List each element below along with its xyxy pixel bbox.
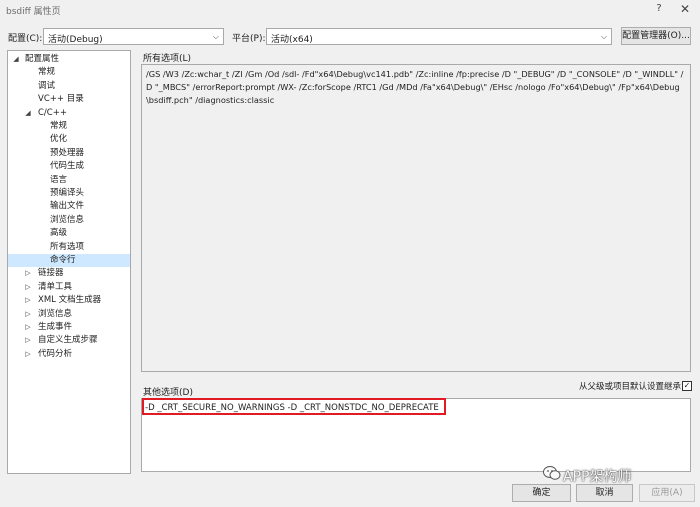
all-options-title: 所有选项(L) xyxy=(143,54,192,64)
collapse-arrow-icon[interactable]: ◢ xyxy=(24,107,32,120)
chevron-down-icon: ⌵ xyxy=(600,32,607,41)
tree-item[interactable]: ◢ 配置属性 xyxy=(8,53,130,66)
help-button[interactable]: ? xyxy=(652,3,666,17)
wechat-icon xyxy=(543,466,561,480)
tree-item-label: 常规 xyxy=(38,67,56,78)
tree-item-label: 代码生成 xyxy=(50,161,85,172)
tree-item-label: 浏览信息 xyxy=(50,214,85,225)
tree-item-label: 常规 xyxy=(50,121,68,131)
tree-item-label: 清单工具 xyxy=(38,281,73,292)
tree-item[interactable]: ▷ 浏览信息 xyxy=(8,308,130,321)
ok-button[interactable]: 确定 xyxy=(512,484,571,502)
tree-item[interactable]: 语言 xyxy=(8,174,130,187)
chevron-down-icon: ⌵ xyxy=(212,32,219,41)
expand-arrow-icon[interactable]: ▷ xyxy=(24,294,32,307)
tree-item[interactable]: VC++ 目录 xyxy=(8,93,130,106)
cancel-button[interactable]: 取消 xyxy=(576,484,633,502)
tree-item[interactable]: 预处理器 xyxy=(8,147,130,160)
tree-item[interactable]: ▷ 自定义生成步骤 xyxy=(8,334,130,347)
collapse-arrow-icon[interactable]: ◢ xyxy=(12,53,20,66)
tree-item-label: 代码分析 xyxy=(38,348,73,359)
tree-item-label: 预编译头 xyxy=(50,188,85,198)
tree-item[interactable]: ◢ C/C++ xyxy=(8,107,130,120)
tree-item-label: 配置属性 xyxy=(25,54,60,64)
tree-item[interactable]: ▷ 清单工具 xyxy=(8,281,130,294)
tree-item[interactable]: ▷ 链接器 xyxy=(8,267,130,280)
tree-item[interactable]: 高级 xyxy=(8,227,130,240)
tree-item[interactable]: 输出文件 xyxy=(8,200,130,213)
tree-item-label: 输出文件 xyxy=(50,201,85,212)
tree-item-label: 生成事件 xyxy=(38,322,73,332)
expand-arrow-icon[interactable]: ▷ xyxy=(24,334,32,347)
tree-item[interactable]: 常规 xyxy=(8,66,130,79)
config-manager-button[interactable]: 配置管理器(O)... xyxy=(621,27,691,45)
tree-item[interactable]: 预编译头 xyxy=(8,187,130,200)
all-options-textbox[interactable]: /GS /W3 /Zc:wchar_t /ZI /Gm /Od /sdl- /F… xyxy=(141,64,691,372)
platform-select[interactable]: 活动(x64) ⌵ xyxy=(266,28,612,45)
tree-item-label: 语言 xyxy=(50,174,68,185)
tree-item[interactable]: ▷ XML 文档生成器 xyxy=(8,294,130,307)
highlight-box xyxy=(142,398,446,415)
tree-item-label: 链接器 xyxy=(38,268,64,279)
tree-item-label: 调试 xyxy=(38,80,56,91)
config-label: 配置(C): xyxy=(8,34,43,44)
expand-arrow-icon[interactable]: ▷ xyxy=(24,348,32,361)
tree-item[interactable]: 所有选项 xyxy=(8,241,130,254)
tree-item-label: 自定义生成步骤 xyxy=(38,335,98,346)
tree-item-label: 高级 xyxy=(50,228,68,239)
tree-item-label: 命令行 xyxy=(50,255,76,265)
tree-item[interactable]: 代码生成 xyxy=(8,160,130,173)
tree-item[interactable]: 调试 xyxy=(8,80,130,93)
window-title: bsdiff 属性页 xyxy=(6,7,61,17)
expand-arrow-icon[interactable]: ▷ xyxy=(24,308,32,321)
tree-item-label: 预处理器 xyxy=(50,147,85,158)
tree-item-label: VC++ 目录 xyxy=(38,94,84,105)
apply-button[interactable]: 应用(A) xyxy=(639,484,695,502)
tree-item-label: 所有选项 xyxy=(50,241,85,252)
tree-item[interactable]: 命令行 xyxy=(8,254,130,267)
tree-item-label: XML 文档生成器 xyxy=(38,295,102,306)
platform-label: 平台(P): xyxy=(232,34,266,44)
platform-value: 活动(x64) xyxy=(271,35,313,45)
inherit-label: 从父级或项目默认设置继承 xyxy=(579,382,682,392)
title-bar xyxy=(0,0,700,20)
tree-item[interactable]: ▷ 生成事件 xyxy=(8,321,130,334)
other-options-title: 其他选项(D) xyxy=(143,388,193,398)
tree-item-label: C/C++ xyxy=(38,107,67,118)
config-select[interactable]: 活动(Debug) ⌵ xyxy=(43,28,224,45)
inherit-checkbox[interactable]: ✓ xyxy=(682,381,692,391)
expand-arrow-icon[interactable]: ▷ xyxy=(24,281,32,294)
config-value: 活动(Debug) xyxy=(48,35,103,45)
expand-arrow-icon[interactable]: ▷ xyxy=(24,321,32,334)
expand-arrow-icon[interactable]: ▷ xyxy=(24,267,32,280)
tree-item-label: 优化 xyxy=(50,134,68,145)
property-tree[interactable]: ◢ 配置属性 常规 调试 VC++ 目录 ◢ C/C++ 常规 优化 预处理器 代码生成 语言 预编译头… xyxy=(7,50,131,474)
tree-item[interactable]: 常规 xyxy=(8,120,130,133)
tree-item[interactable]: 优化 xyxy=(8,133,130,146)
watermark: APP架构师 xyxy=(563,469,632,485)
close-button[interactable]: ✕ xyxy=(676,2,694,18)
tree-item-label: 浏览信息 xyxy=(38,308,73,319)
tree-item[interactable]: 浏览信息 xyxy=(8,214,130,227)
tree-item[interactable]: ▷ 代码分析 xyxy=(8,348,130,361)
